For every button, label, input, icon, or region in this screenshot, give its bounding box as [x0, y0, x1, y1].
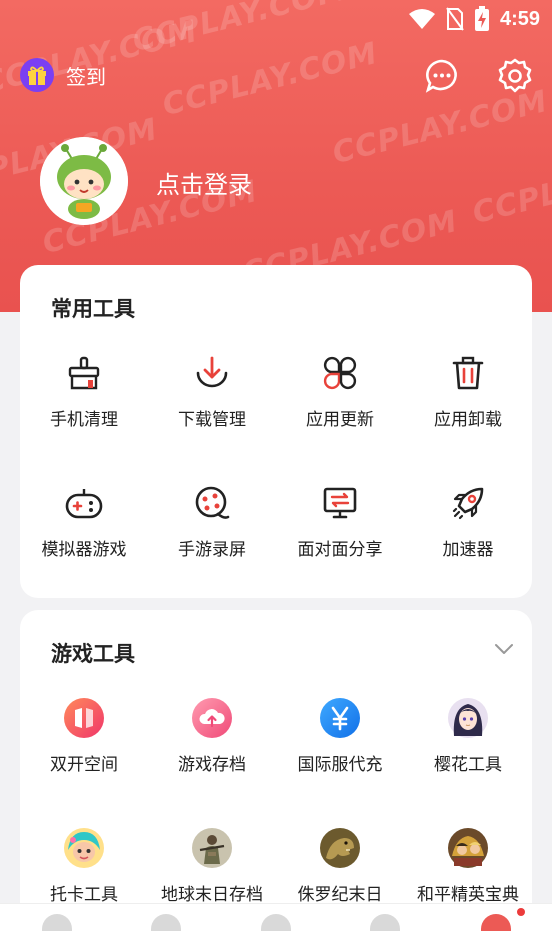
dual-space-icon	[64, 698, 104, 738]
tool-sakura[interactable]: 樱花工具	[404, 698, 532, 775]
gamepad-icon	[64, 483, 104, 523]
star-icon[interactable]	[261, 914, 291, 931]
notification-dot	[517, 908, 525, 916]
tool-face-to-face-share[interactable]: 面对面分享	[276, 483, 404, 560]
trash-icon	[448, 353, 488, 393]
tool-accelerator[interactable]: 加速器	[404, 483, 532, 560]
tool-label: 下载管理	[178, 410, 246, 430]
gear-icon	[498, 58, 532, 93]
tool-label: 应用卸载	[434, 410, 502, 430]
status-bar: 4:59	[0, 0, 552, 40]
tool-label: 手游录屏	[178, 540, 246, 560]
film-reel-icon	[192, 483, 232, 523]
tool-label: 托卡工具	[50, 885, 118, 905]
profile-icon[interactable]	[481, 914, 511, 931]
avatar[interactable]	[40, 137, 128, 225]
no-sim-icon	[446, 7, 464, 31]
tool-emulator-games[interactable]: 模拟器游戏	[20, 483, 148, 560]
tool-label: 侏罗纪末日	[297, 885, 383, 905]
mascot-avatar-icon	[40, 137, 128, 225]
chat-bubble-icon	[425, 59, 457, 93]
checkin-label: 签到	[66, 64, 106, 89]
discover-icon[interactable]	[370, 914, 400, 931]
tool-label: 游戏存档	[178, 755, 246, 775]
tool-toca[interactable]: 托卡工具	[20, 828, 148, 905]
watermark: CCPLAY.COM	[469, 143, 552, 232]
wifi-icon	[408, 9, 435, 29]
tool-game-save[interactable]: 游戏存档	[148, 698, 276, 775]
tool-label: 双开空间	[50, 755, 118, 775]
tool-phone-clean[interactable]: 手机清理	[20, 353, 148, 430]
tool-screen-record[interactable]: 手游录屏	[148, 483, 276, 560]
tool-last-day-save[interactable]: 地球末日存档	[148, 828, 276, 905]
game-icon[interactable]	[151, 914, 181, 931]
anime-girl-avatar	[448, 698, 488, 738]
game-tools-card: 游戏工具 双开空间 游戏存档 国际服代充 樱花工具 托卡工具 地球末日存档 侏罗…	[20, 610, 532, 931]
rocket-icon	[448, 483, 488, 523]
bottom-nav	[0, 903, 552, 931]
tool-pubg-guide[interactable]: 和平精英宝典	[404, 828, 532, 905]
watermark: CCPLAY.COM	[329, 83, 552, 172]
messages-button[interactable]	[424, 58, 460, 94]
tool-label: 国际服代充	[297, 755, 383, 775]
yen-icon	[320, 698, 360, 738]
tool-label: 应用更新	[306, 410, 374, 430]
tool-intl-recharge[interactable]: 国际服代充	[276, 698, 404, 775]
tool-label: 加速器	[442, 540, 494, 560]
tool-label: 手机清理	[50, 410, 118, 430]
gift-icon	[20, 58, 54, 92]
checkin-button[interactable]: 签到	[20, 58, 106, 92]
tool-jurassic[interactable]: 侏罗纪末日	[276, 828, 404, 905]
settings-button[interactable]	[497, 58, 533, 94]
survivor-avatar	[192, 828, 232, 868]
login-prompt[interactable]: 点击登录	[156, 165, 252, 200]
home-icon[interactable]	[42, 914, 72, 931]
chevron-down-icon[interactable]	[494, 643, 514, 655]
common-tools-card: 常用工具 手机清理 下载管理 应用更新 应用卸载 模拟器游戏 手游录屏 面对面分…	[20, 265, 532, 598]
section-title: 常用工具	[51, 297, 135, 321]
tool-label: 地球末日存档	[161, 885, 263, 905]
apps-grid-icon	[320, 353, 360, 393]
tool-label: 面对面分享	[297, 540, 383, 560]
tool-dual-space[interactable]: 双开空间	[20, 698, 148, 775]
tool-label: 和平精英宝典	[417, 885, 519, 905]
battery-charging-icon	[474, 6, 489, 31]
monitor-transfer-icon	[320, 483, 360, 523]
broom-icon	[64, 353, 104, 393]
dinosaur-avatar	[320, 828, 360, 868]
clock: 4:59	[499, 7, 540, 30]
tool-download-manager[interactable]: 下载管理	[148, 353, 276, 430]
tool-label: 樱花工具	[434, 755, 502, 775]
toca-character-avatar	[64, 828, 104, 868]
tool-app-uninstall[interactable]: 应用卸载	[404, 353, 532, 430]
download-icon	[192, 353, 232, 393]
tool-app-update[interactable]: 应用更新	[276, 353, 404, 430]
section-title: 游戏工具	[51, 642, 135, 666]
soldier-avatar	[448, 828, 488, 868]
tool-label: 模拟器游戏	[41, 540, 127, 560]
cloud-upload-icon	[192, 698, 232, 738]
